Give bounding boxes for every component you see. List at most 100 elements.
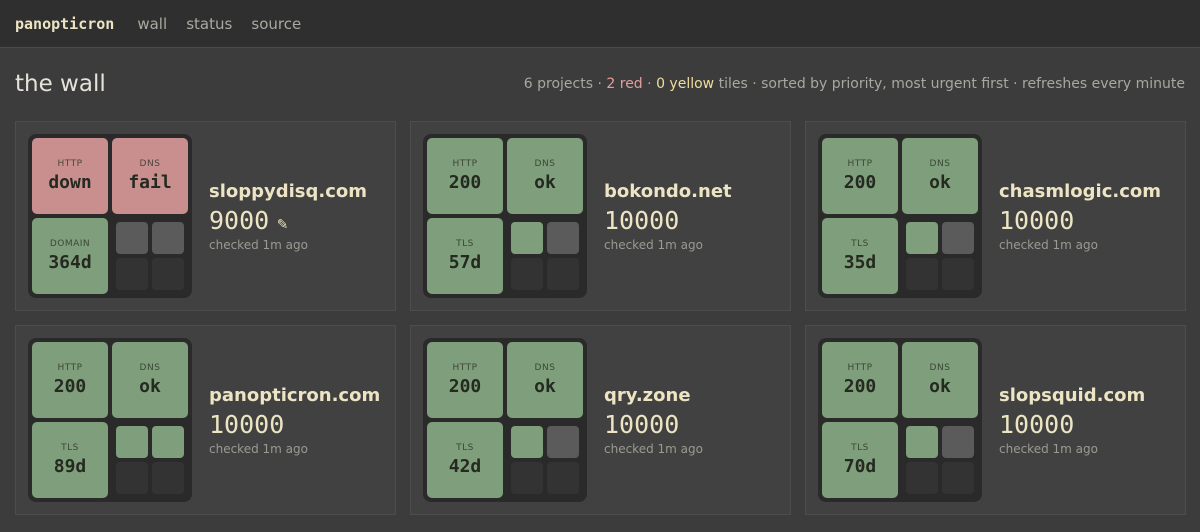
tile-block: HTTP 200 DNS ok TLS 89d	[28, 338, 192, 502]
tile-label: HTTP	[847, 363, 873, 373]
project-score: 10000	[209, 410, 380, 439]
nav-link-wall[interactable]: wall	[137, 15, 167, 33]
pencil-icon[interactable]: ✎	[277, 214, 287, 234]
score-value: 10000	[999, 205, 1075, 235]
tls-tile[interactable]: TLS 89d	[32, 422, 108, 498]
tile-value: ok	[139, 376, 161, 397]
dns-tile[interactable]: DNS ok	[902, 138, 978, 214]
tile-label: DNS	[139, 363, 161, 373]
project-domain[interactable]: sloppydisq.com	[209, 181, 367, 202]
mini-tile	[152, 222, 184, 254]
tile-value: fail	[128, 172, 172, 193]
project-domain[interactable]: bokondo.net	[604, 181, 732, 202]
tile-label: TLS	[456, 239, 474, 249]
tile-value: down	[48, 172, 92, 193]
mini-tile	[152, 258, 184, 290]
project-card: HTTP 200 DNS ok TLS 35d chasmlogic.com 1000…	[805, 121, 1186, 311]
project-score: 9000 ✎	[209, 206, 367, 235]
last-checked: checked 1m ago	[604, 237, 703, 252]
tile-block: HTTP 200 DNS ok TLS 57d	[423, 134, 587, 298]
project-info: slopsquid.com 10000 checked 1m ago	[999, 385, 1145, 456]
project-card: HTTP 200 DNS ok TLS 89d panopticron.com 100…	[15, 325, 396, 515]
tile-value: 42d	[448, 456, 482, 477]
brand-link[interactable]: panopticron	[15, 15, 114, 33]
tile-value: 364d	[48, 252, 92, 273]
dns-tile[interactable]: DNS fail	[112, 138, 188, 214]
nav-link-status[interactable]: status	[186, 15, 232, 33]
project-domain[interactable]: chasmlogic.com	[999, 181, 1161, 202]
tile-label: HTTP	[847, 159, 873, 169]
mini-tile	[906, 258, 938, 290]
project-grid: HTTP down DNS fail DOMAIN 364d sloppydisq.c…	[15, 121, 1186, 515]
http-tile[interactable]: HTTP down	[32, 138, 108, 214]
dns-tile[interactable]: DNS ok	[507, 342, 583, 418]
http-tile[interactable]: HTTP 200	[427, 342, 503, 418]
tile-label: HTTP	[452, 363, 478, 373]
dns-tile[interactable]: DNS ok	[112, 342, 188, 418]
mini-tile	[942, 258, 974, 290]
last-checked: checked 1m ago	[999, 441, 1098, 456]
mini-tile	[906, 222, 938, 254]
project-card: HTTP 200 DNS ok TLS 57d bokondo.net 10000 c…	[410, 121, 791, 311]
project-score: 10000	[604, 206, 732, 235]
tls-tile[interactable]: TLS 42d	[427, 422, 503, 498]
tile-block: HTTP down DNS fail DOMAIN 364d	[28, 134, 192, 298]
project-score: 10000	[604, 410, 703, 439]
tile-label: DOMAIN	[49, 239, 91, 249]
summary-separator: ·	[642, 76, 657, 92]
mini-tile	[906, 426, 938, 458]
score-value: 10000	[999, 409, 1075, 439]
tls-tile[interactable]: TLS 57d	[427, 218, 503, 294]
tile-value: ok	[534, 172, 556, 193]
tile-value: ok	[929, 172, 951, 193]
project-info: chasmlogic.com 10000 checked 1m ago	[999, 181, 1161, 252]
tile-label: TLS	[456, 443, 474, 453]
tile-value: 35d	[843, 252, 877, 273]
summary-line: 6 projects · 2 red · 0 yellow tiles · so…	[524, 76, 1185, 92]
project-card: HTTP 200 DNS ok TLS 70d slopsquid.com 10000…	[805, 325, 1186, 515]
dns-tile[interactable]: DNS ok	[902, 342, 978, 418]
project-domain[interactable]: panopticron.com	[209, 385, 380, 406]
last-checked: checked 1m ago	[209, 237, 308, 252]
mini-tile	[116, 462, 148, 494]
http-tile[interactable]: HTTP 200	[427, 138, 503, 214]
score-value: 10000	[209, 409, 285, 439]
project-info: panopticron.com 10000 checked 1m ago	[209, 385, 380, 456]
mini-tile	[511, 426, 543, 458]
tile-value: 89d	[53, 456, 87, 477]
page-header: the wall 6 projects · 2 red · 0 yellow t…	[0, 48, 1200, 120]
tile-value: 57d	[448, 252, 482, 273]
tls-tile[interactable]: TLS 35d	[822, 218, 898, 294]
tile-label: HTTP	[452, 159, 478, 169]
domain-tile[interactable]: DOMAIN 364d	[32, 218, 108, 294]
tile-value: 200	[843, 376, 877, 397]
nav-links: wall status source	[137, 14, 315, 33]
tile-value: 200	[843, 172, 877, 193]
tile-label: TLS	[851, 239, 869, 249]
http-tile[interactable]: HTTP 200	[822, 138, 898, 214]
score-value: 9000	[209, 205, 270, 235]
mini-tile	[511, 462, 543, 494]
project-domain[interactable]: qry.zone	[604, 385, 703, 406]
last-checked: checked 1m ago	[604, 441, 703, 456]
mini-tile	[511, 258, 543, 290]
last-checked: checked 1m ago	[209, 441, 308, 456]
summary-rest: tiles · sorted by priority, most urgent …	[714, 76, 1185, 92]
tile-value: 200	[448, 172, 482, 193]
http-tile[interactable]: HTTP 200	[32, 342, 108, 418]
project-score: 10000	[999, 206, 1161, 235]
project-domain[interactable]: slopsquid.com	[999, 385, 1145, 406]
tile-label: DNS	[534, 159, 556, 169]
yellow-count: 0 yellow	[656, 76, 715, 92]
tile-label: DNS	[929, 159, 951, 169]
project-info: bokondo.net 10000 checked 1m ago	[604, 181, 732, 252]
mini-tile	[547, 426, 579, 458]
mini-tile	[116, 258, 148, 290]
dns-tile[interactable]: DNS ok	[507, 138, 583, 214]
tile-block: HTTP 200 DNS ok TLS 70d	[818, 338, 982, 502]
nav-link-source[interactable]: source	[251, 15, 301, 33]
tls-tile[interactable]: TLS 70d	[822, 422, 898, 498]
http-tile[interactable]: HTTP 200	[822, 342, 898, 418]
project-info: sloppydisq.com 9000 ✎ checked 1m ago	[209, 181, 367, 252]
tile-label: DNS	[534, 363, 556, 373]
